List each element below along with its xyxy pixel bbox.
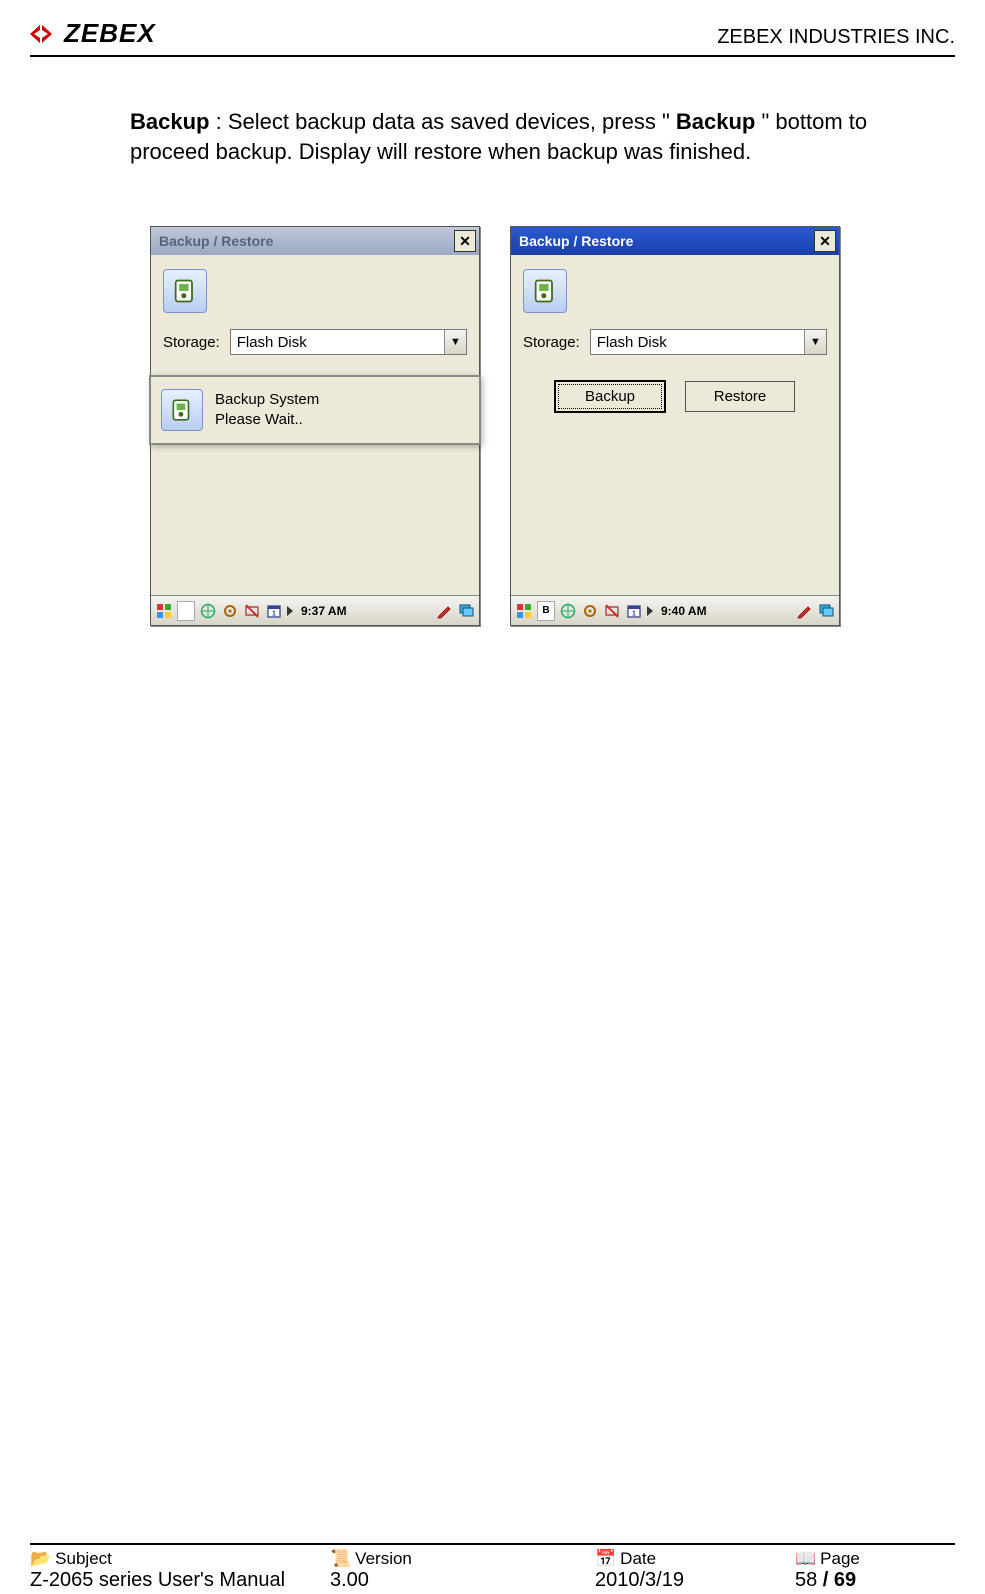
titlebar: Backup / Restore ✕ bbox=[151, 227, 479, 255]
date-value: 2010/3/19 bbox=[595, 1569, 795, 1592]
close-button[interactable]: ✕ bbox=[814, 230, 836, 252]
book-icon: 📖 bbox=[795, 1549, 816, 1569]
taskbar-slot[interactable] bbox=[177, 601, 195, 621]
chevron-down-icon[interactable]: ▼ bbox=[444, 330, 466, 354]
page-footer: 📂Subject Z-2065 series User's Manual 📜Ve… bbox=[30, 1543, 955, 1592]
body-text-1: : Select backup data as saved devices, p… bbox=[209, 109, 675, 134]
system-tray bbox=[435, 602, 475, 620]
storage-combo[interactable]: Flash Disk ▼ bbox=[590, 329, 827, 355]
close-icon: ✕ bbox=[819, 233, 831, 250]
settings-icon[interactable] bbox=[581, 602, 599, 620]
network-disabled-icon[interactable] bbox=[243, 602, 261, 620]
version-value: 3.00 bbox=[330, 1569, 550, 1592]
date-label: Date bbox=[620, 1549, 656, 1569]
folder-icon: 📂 bbox=[30, 1549, 51, 1569]
storage-value: Flash Disk bbox=[591, 334, 804, 351]
globe-icon[interactable] bbox=[199, 602, 217, 620]
logo-arrows-icon bbox=[30, 23, 60, 45]
body-paragraph: Backup : Select backup data as saved dev… bbox=[130, 107, 945, 166]
footer-version: 📜Version 3.00 bbox=[330, 1549, 550, 1592]
version-label: Version bbox=[355, 1549, 412, 1569]
pen-icon[interactable] bbox=[795, 602, 813, 620]
calendar-icon[interactable]: 1 bbox=[625, 602, 643, 620]
taskbar-clock[interactable]: 9:37 AM bbox=[301, 604, 347, 618]
dialog-text: Backup System Please Wait.. bbox=[215, 390, 319, 431]
windows-icon[interactable] bbox=[457, 602, 475, 620]
pen-icon[interactable] bbox=[435, 602, 453, 620]
taskbar: B 1 9:40 AM bbox=[511, 595, 839, 625]
window-title: Backup / Restore bbox=[159, 233, 273, 249]
bold-backup-1: Backup bbox=[130, 109, 209, 134]
taskbar: 1 9:37 AM bbox=[151, 595, 479, 625]
system-tray bbox=[795, 602, 835, 620]
taskbar-clock[interactable]: 9:40 AM bbox=[661, 604, 707, 618]
svg-text:1: 1 bbox=[272, 610, 276, 617]
restore-button[interactable]: Restore bbox=[685, 381, 795, 412]
subject-label: Subject bbox=[55, 1549, 112, 1569]
settings-icon[interactable] bbox=[221, 602, 239, 620]
company-name: ZEBEX INDUSTRIES INC. bbox=[717, 26, 955, 49]
calendar-icon[interactable]: 1 bbox=[265, 602, 283, 620]
storage-combo[interactable]: Flash Disk ▼ bbox=[230, 329, 467, 355]
window-client: Storage: Flash Disk ▼ Backup Restore bbox=[511, 255, 839, 595]
titlebar: Backup / Restore ✕ bbox=[511, 227, 839, 255]
close-button[interactable]: ✕ bbox=[454, 230, 476, 252]
svg-text:1: 1 bbox=[632, 610, 636, 617]
logo-text: ZEBEX bbox=[64, 18, 156, 49]
close-icon: ✕ bbox=[459, 233, 471, 250]
footer-subject: 📂Subject Z-2065 series User's Manual bbox=[30, 1549, 330, 1592]
dialog-disk-icon bbox=[161, 389, 203, 431]
bold-backup-2: Backup bbox=[676, 109, 755, 134]
button-row: Backup Restore bbox=[523, 381, 827, 412]
window-client: Storage: Flash Disk ▼ Backup System Plea… bbox=[151, 255, 479, 595]
network-disabled-icon[interactable] bbox=[603, 602, 621, 620]
tray-expand-icon[interactable] bbox=[287, 606, 293, 616]
progress-dialog: Backup System Please Wait.. bbox=[149, 375, 481, 445]
taskbar-slot[interactable]: B bbox=[537, 601, 555, 621]
page-current: 58 bbox=[795, 1569, 817, 1591]
dialog-line2: Please Wait.. bbox=[215, 410, 319, 430]
backup-app-icon bbox=[163, 269, 207, 313]
storage-field: Storage: Flash Disk ▼ bbox=[523, 329, 827, 355]
subject-value: Z-2065 series User's Manual bbox=[30, 1569, 330, 1592]
start-icon[interactable] bbox=[515, 602, 533, 620]
footer-date: 📅Date 2010/3/19 bbox=[595, 1549, 795, 1592]
footer-page: 📖Page 58 / 69 bbox=[795, 1549, 955, 1592]
start-icon[interactable] bbox=[155, 602, 173, 620]
page-value: 58 / 69 bbox=[795, 1569, 955, 1592]
chevron-down-icon[interactable]: ▼ bbox=[804, 330, 826, 354]
dialog-line1: Backup System bbox=[215, 390, 319, 410]
storage-field: Storage: Flash Disk ▼ bbox=[163, 329, 467, 355]
tray-expand-icon[interactable] bbox=[647, 606, 653, 616]
windows-icon[interactable] bbox=[817, 602, 835, 620]
window-backup-progress: Backup / Restore ✕ Storage: Flash Disk ▼ bbox=[150, 226, 480, 626]
calendar-footer-icon: 📅 bbox=[595, 1549, 616, 1569]
scroll-icon: 📜 bbox=[330, 1549, 351, 1569]
page-header: ZEBEX ZEBEX INDUSTRIES INC. bbox=[30, 18, 955, 57]
globe-icon[interactable] bbox=[559, 602, 577, 620]
backup-button[interactable]: Backup bbox=[555, 381, 665, 412]
page-total: 69 bbox=[834, 1569, 856, 1591]
page-label: Page bbox=[820, 1549, 860, 1569]
screenshots-row: Backup / Restore ✕ Storage: Flash Disk ▼ bbox=[150, 226, 955, 626]
footer-grid: 📂Subject Z-2065 series User's Manual 📜Ve… bbox=[30, 1543, 955, 1592]
window-title: Backup / Restore bbox=[519, 233, 633, 249]
page-sep: / bbox=[817, 1569, 834, 1591]
storage-label: Storage: bbox=[163, 334, 220, 351]
document-page: ZEBEX ZEBEX INDUSTRIES INC. Backup : Sel… bbox=[0, 0, 985, 1594]
logo: ZEBEX bbox=[30, 18, 156, 49]
window-backup-restore: Backup / Restore ✕ Storage: Flash Disk ▼ bbox=[510, 226, 840, 626]
backup-app-icon bbox=[523, 269, 567, 313]
storage-value: Flash Disk bbox=[231, 334, 444, 351]
storage-label: Storage: bbox=[523, 334, 580, 351]
